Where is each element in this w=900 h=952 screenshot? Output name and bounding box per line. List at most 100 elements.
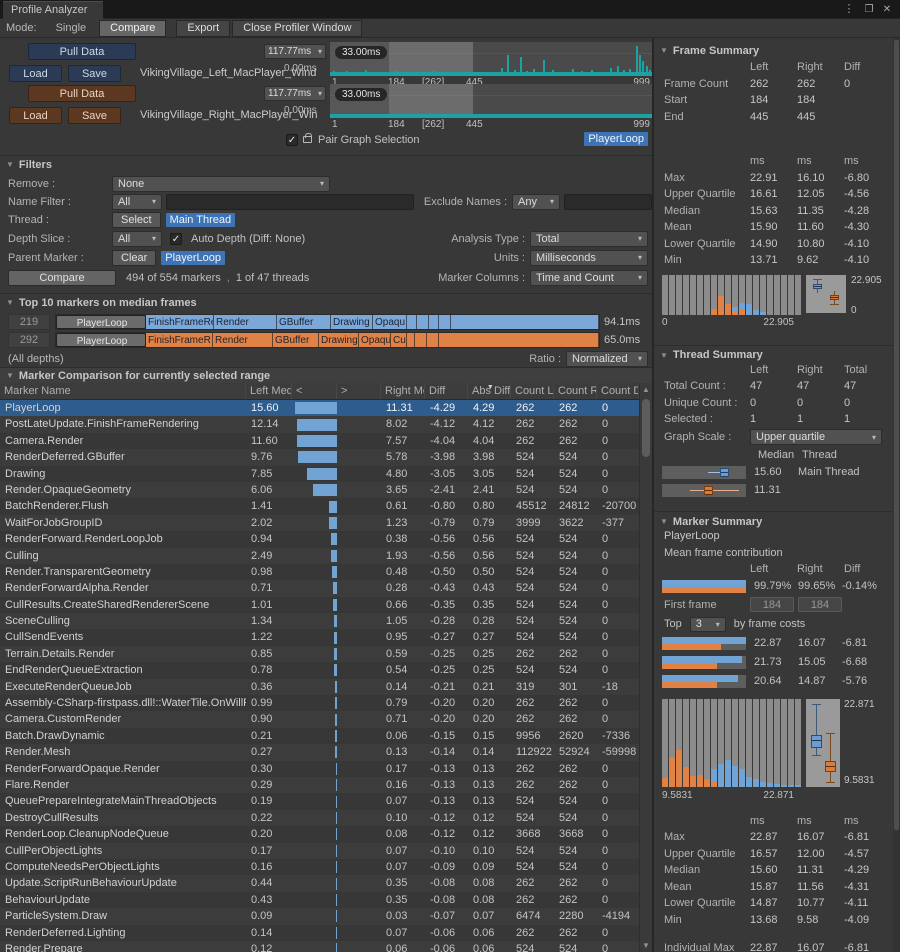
table-row[interactable]: Assembly-CSharp-firstpass.dll!::WaterTil… [0,695,639,711]
top10-bar-left[interactable]: PlayerLoopFinishFrameReRenderGBufferDraw… [55,314,600,330]
thread-value-tag[interactable]: Main Thread [166,213,236,227]
top10-bar-right[interactable]: PlayerLoopFinishFrameRRenderGBufferDrawi… [55,332,600,348]
table-row[interactable]: DestroyCullResults 0.22 0.10 -0.12 0.12 … [0,810,639,826]
marker-segment[interactable]: Opaqu [373,315,407,329]
table-row[interactable]: Render.OpaqueGeometry 6.06 3.65 -2.41 2.… [0,482,639,498]
col-count-right[interactable]: Count R [554,383,597,399]
table-row[interactable]: RenderForward.RenderLoopJob 0.94 0.38 -0… [0,531,639,547]
frame-graph-left[interactable]: 33.00ms [330,42,652,76]
thread-summary-header[interactable]: Thread Summary [654,345,900,362]
col-right-median[interactable]: Right Median [381,383,425,399]
table-row[interactable]: BehaviourUpdate 0.43 0.35 -0.08 0.08 262… [0,892,639,908]
remove-dropdown[interactable]: None [112,176,330,192]
scrollbar-thumb[interactable] [642,399,650,457]
marker-segment[interactable]: Drawing [319,333,359,347]
col-marker-name[interactable]: Marker Name [0,383,246,399]
load-right-button[interactable]: Load [9,107,62,124]
scale-right-dropdown[interactable]: 117.77ms [264,86,326,101]
marker-segment[interactable] [415,333,427,347]
frame-summary-header[interactable]: Frame Summary [654,42,900,59]
auto-depth-checkbox[interactable] [170,233,182,245]
table-row[interactable]: EndRenderQueueExtraction 0.78 0.54 -0.25… [0,662,639,678]
pull-data-left-button[interactable]: Pull Data [28,43,136,60]
table-row[interactable]: Camera.Render 11.60 7.57 -4.04 4.04 262 … [0,433,639,449]
table-row[interactable]: ExecuteRenderQueueJob 0.36 0.14 -0.21 0.… [0,679,639,695]
table-row[interactable]: Update.ScriptRunBehaviourUpdate 0.44 0.3… [0,875,639,891]
table-row[interactable]: RenderForwardAlpha.Render 0.71 0.28 -0.4… [0,580,639,596]
marker-columns-dropdown[interactable]: Time and Count [530,270,648,286]
table-row[interactable]: QueuePrepareIntegrateMainThreadObjects 0… [0,793,639,809]
table-row[interactable]: WaitForJobGroupID 2.02 1.23 -0.79 0.79 3… [0,515,639,531]
table-row[interactable]: Render.TransparentGeometry 0.98 0.48 -0.… [0,564,639,580]
marker-segment[interactable]: FinishFrameRe [146,315,214,329]
marker-segment[interactable]: Render [214,315,277,329]
frame-graph-right[interactable]: 33.00ms [330,84,652,118]
marker-segment[interactable]: Render [213,333,273,347]
marker-segment[interactable]: FinishFrameR [146,333,213,347]
marker-segment[interactable] [407,315,417,329]
close-profiler-button[interactable]: Close Profiler Window [232,20,362,37]
compare-button[interactable]: Compare [8,270,116,286]
name-filter-input[interactable] [166,194,414,210]
table-row[interactable]: Culling 2.49 1.93 -0.56 0.56 524 524 0 [0,548,639,564]
restore-window-icon[interactable] [862,2,876,16]
table-row[interactable]: PlayerLoop 15.60 11.31 -4.29 4.29 262 26… [0,400,639,416]
table-row[interactable]: ComputeNeedsPerObjectLights 0.16 0.07 -0… [0,859,639,875]
top-n-dropdown[interactable]: 3 [690,617,726,632]
marker-segment[interactable]: Opaqu [359,333,391,347]
table-row[interactable]: RenderLoop.CleanupNodeQueue 0.20 0.08 -0… [0,826,639,842]
tab-profile-analyzer[interactable]: Profile Analyzer [3,1,103,19]
scale-left-dropdown[interactable]: 117.77ms [264,44,326,59]
table-row[interactable]: ParticleSystem.Draw 0.09 0.03 -0.07 0.07… [0,908,639,924]
name-filter-mode-dropdown[interactable]: All [112,194,162,210]
pair-marker-tag[interactable]: PlayerLoop [584,132,648,146]
parent-marker-tag[interactable]: PlayerLoop [161,251,225,265]
scroll-down-icon[interactable] [640,939,652,952]
panel-scrollbar[interactable] [893,38,900,952]
kebab-menu-icon[interactable] [842,2,856,16]
table-row[interactable]: RenderDeferred.GBuffer 9.76 5.78 -3.98 3… [0,449,639,465]
col-right-bar[interactable]: > [337,383,381,399]
marker-segment[interactable]: Drawing [331,315,373,329]
scroll-up-icon[interactable] [640,383,652,396]
marker-segment[interactable] [417,315,429,329]
col-count-diff[interactable]: Count D [597,383,639,399]
table-row[interactable]: Flare.Render 0.29 0.16 -0.13 0.13 262 26… [0,777,639,793]
comparison-header[interactable]: Marker Comparison for currently selected… [0,367,652,383]
col-count-left[interactable]: Count L [511,383,554,399]
save-right-button[interactable]: Save [68,107,121,124]
exclude-mode-dropdown[interactable]: Any [512,194,560,210]
marker-segment[interactable]: GBuffer [277,315,331,329]
first-frame-right-button[interactable]: 184 [798,597,842,612]
marker-segment[interactable] [451,315,599,329]
table-row[interactable]: RenderForwardOpaque.Render 0.30 0.17 -0.… [0,761,639,777]
mode-single-button[interactable]: Single [45,20,98,37]
ratio-dropdown[interactable]: Normalized [566,351,648,367]
export-button[interactable]: Export [176,20,230,37]
parent-clear-button[interactable]: Clear [112,250,156,266]
table-row[interactable]: CullResults.CreateSharedRendererScene 1.… [0,597,639,613]
load-left-button[interactable]: Load [9,65,62,82]
marker-segment[interactable]: PlayerLoop [56,333,146,347]
lock-icon[interactable] [303,136,312,143]
marker-segment[interactable]: PlayerLoop [56,315,146,329]
table-row[interactable]: Terrain.Details.Render 0.85 0.59 -0.25 0… [0,646,639,662]
table-row[interactable]: RenderDeferred.Lighting 0.14 0.07 -0.06 … [0,925,639,941]
marker-segment[interactable]: Cu [391,333,407,347]
table-row[interactable]: BatchRenderer.Flush 1.41 0.61 -0.80 0.80… [0,498,639,514]
table-scrollbar[interactable] [639,383,652,952]
top10-header[interactable]: Top 10 markers on median frames [0,294,652,311]
col-left-median[interactable]: Left Median [246,383,292,399]
save-left-button[interactable]: Save [68,65,121,82]
units-dropdown[interactable]: Milliseconds [530,250,648,266]
col-left-bar[interactable]: < [292,383,337,399]
first-frame-left-button[interactable]: 184 [750,597,794,612]
table-row[interactable]: Drawing 7.85 4.80 -3.05 3.05 524 524 0 [0,466,639,482]
table-row[interactable]: Render.Prepare 0.12 0.06 -0.06 0.06 524 … [0,941,639,952]
table-row[interactable]: Render.Mesh 0.27 0.13 -0.14 0.14 112922 … [0,744,639,760]
marker-segment[interactable] [429,315,439,329]
thread-select-button[interactable]: Select [112,212,161,228]
scrollbar-thumb[interactable] [894,40,899,830]
marker-segment[interactable] [407,333,415,347]
pair-graph-checkbox[interactable] [286,134,298,146]
